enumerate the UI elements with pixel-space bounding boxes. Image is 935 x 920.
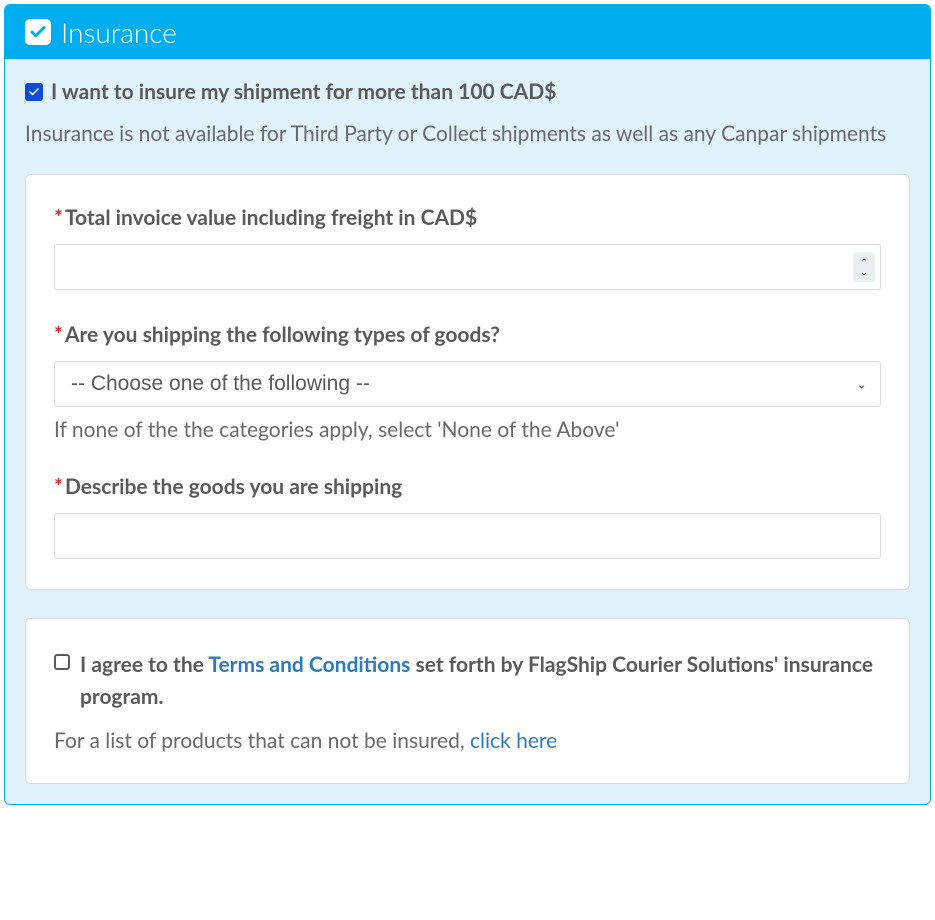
goods-type-helper: If none of the the categories apply, sel…: [54, 417, 881, 442]
insurance-disclaimer: Insurance is not available for Third Par…: [25, 118, 910, 150]
panel-header: Insurance: [5, 5, 930, 59]
agree-row: I agree to the Terms and Conditions set …: [54, 649, 881, 714]
required-asterisk: *: [54, 205, 63, 230]
describe-goods-label: *Describe the goods you are shipping: [54, 474, 881, 499]
invoice-value-label: *Total invoice value including freight i…: [54, 205, 881, 230]
insure-checkbox-row: I want to insure my shipment for more th…: [25, 79, 910, 104]
required-asterisk: *: [54, 322, 63, 347]
agree-card: I agree to the Terms and Conditions set …: [25, 618, 910, 784]
panel-title: Insurance: [61, 15, 177, 49]
describe-goods-group: *Describe the goods you are shipping: [54, 474, 881, 559]
insure-checkbox[interactable]: [25, 83, 43, 101]
number-stepper[interactable]: ⌃ ⌄: [853, 252, 875, 282]
uninsurable-products-text: For a list of products that can not be i…: [54, 728, 881, 753]
goods-type-select[interactable]: -- Choose one of the following --: [54, 361, 881, 407]
invoice-value-input-wrap: ⌃ ⌄: [54, 244, 881, 290]
required-asterisk: *: [54, 474, 63, 499]
chevron-down-icon: ⌄: [860, 267, 868, 276]
panel-body: I want to insure my shipment for more th…: [5, 59, 930, 804]
goods-type-group: *Are you shipping the following types of…: [54, 322, 881, 442]
invoice-value-group: *Total invoice value including freight i…: [54, 205, 881, 290]
insurance-form-card: *Total invoice value including freight i…: [25, 174, 910, 590]
goods-type-label: *Are you shipping the following types of…: [54, 322, 881, 347]
insurance-panel: Insurance I want to insure my shipment f…: [4, 4, 931, 805]
goods-type-select-wrap: -- Choose one of the following -- ⌄: [54, 361, 881, 407]
agree-text: I agree to the Terms and Conditions set …: [80, 649, 881, 714]
invoice-value-input[interactable]: [54, 244, 881, 290]
terms-link[interactable]: Terms and Conditions: [208, 652, 410, 677]
describe-goods-input[interactable]: [54, 513, 881, 559]
uninsurable-products-link[interactable]: click here: [470, 728, 557, 753]
agree-checkbox[interactable]: [54, 654, 70, 670]
insure-checkbox-label: I want to insure my shipment for more th…: [51, 79, 556, 104]
check-square-icon: [25, 19, 51, 45]
chevron-up-icon: ⌃: [860, 257, 868, 266]
